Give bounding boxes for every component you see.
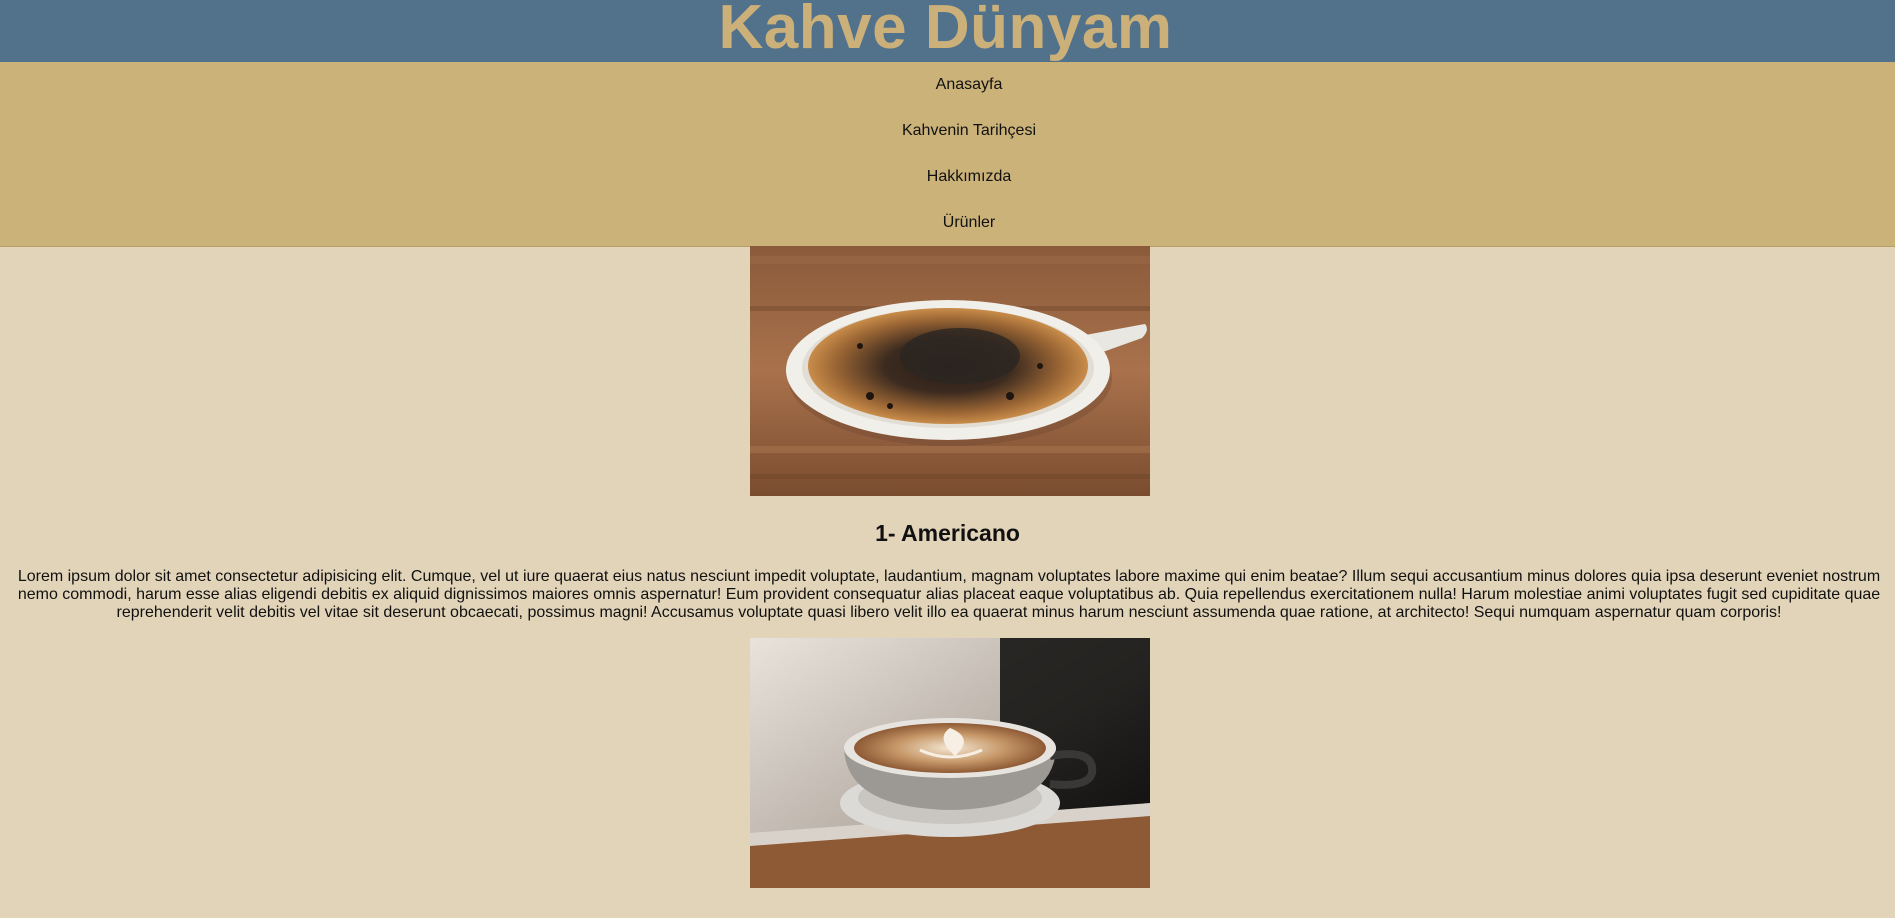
nav-item-urunler[interactable]: Ürünler [0, 200, 1895, 246]
nav-item-kahvenin-tarihcesi[interactable]: Kahvenin Tarihçesi [0, 108, 1895, 154]
product-title: 1- Americano [875, 520, 1020, 546]
site-header: Kahve Dünyam [0, 0, 1895, 62]
americano-photo [750, 246, 1150, 496]
nav-item-anasayfa[interactable]: Anasayfa [0, 62, 1895, 108]
latte-photo [750, 638, 1150, 888]
site-title: Kahve Dünyam [718, 0, 1173, 62]
nav-item-hakkimizda[interactable]: Hakkımızda [0, 154, 1895, 200]
product-description: Lorem ipsum dolor sit amet consectetur a… [17, 568, 1881, 621]
main-nav: Anasayfa Kahvenin Tarihçesi Hakkımızda Ü… [0, 62, 1895, 247]
